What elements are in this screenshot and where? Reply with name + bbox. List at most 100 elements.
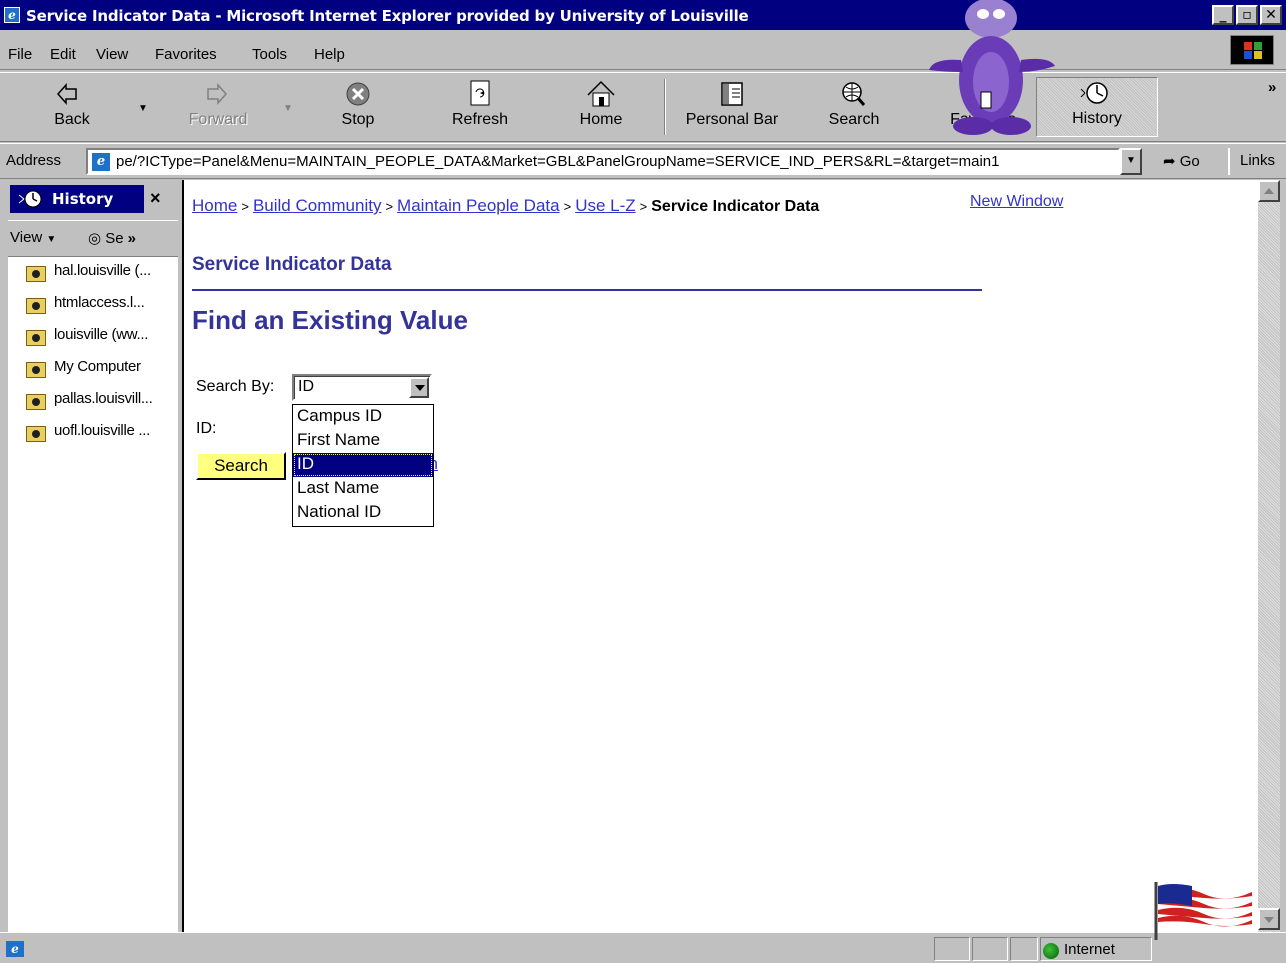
history-item[interactable]: hal.louisville (... <box>8 258 178 290</box>
breadcrumb: Home > Build Community > Maintain People Dat… <box>192 196 819 216</box>
chevron-down-icon[interactable] <box>409 377 429 398</box>
search-by-label: Search By: <box>196 378 275 395</box>
menu-tools[interactable]: Tools <box>252 46 287 63</box>
refresh-label: Refresh <box>451 111 509 128</box>
title-bar: e Service Indicator Data - Microsoft Int… <box>0 0 1286 30</box>
history-list: hal.louisville (... htmlaccess.l... loui… <box>8 258 178 450</box>
history-icon <box>1079 78 1115 108</box>
vertical-scrollbar[interactable] <box>1258 180 1280 932</box>
address-label: Address <box>6 152 62 169</box>
new-window-link[interactable]: New Window <box>970 193 1063 211</box>
restore-button[interactable]: ▫ <box>1236 5 1258 25</box>
breadcrumb-home[interactable]: Home <box>192 196 237 215</box>
forward-button[interactable]: Forward <box>182 79 254 129</box>
search-button-toolbar[interactable]: Search <box>822 79 886 129</box>
history-item-label: hal.louisville (... <box>54 262 151 279</box>
menu-edit[interactable]: Edit <box>50 46 76 63</box>
windows-logo-icon <box>1230 35 1274 65</box>
search-label-short: Se <box>105 230 124 247</box>
go-label: Go <box>1179 153 1200 170</box>
history-item[interactable]: pallas.louisvill... <box>8 386 178 418</box>
menu-file[interactable]: File <box>8 46 32 63</box>
history-pane: History × View ▼ ◎ Se» hal.louisville (.… <box>8 180 178 932</box>
breadcrumb-separator: > <box>385 199 394 214</box>
history-more-chevron[interactable]: » <box>128 230 136 247</box>
search-by-select[interactable]: ID <box>292 374 432 401</box>
personal-bar-icon <box>714 79 750 109</box>
history-title: History <box>52 190 114 208</box>
address-dropdown-button[interactable]: ▼ <box>1120 148 1142 175</box>
menu-favorites[interactable]: Favorites <box>155 46 217 63</box>
dropdown-option-national-id[interactable]: National ID <box>293 501 433 525</box>
refresh-button[interactable]: Refresh <box>444 79 516 129</box>
history-item[interactable]: uofl.louisville ... <box>8 418 178 450</box>
breadcrumb-use-lz[interactable]: Use L-Z <box>575 196 635 215</box>
refresh-icon <box>462 79 498 109</box>
forward-label: Forward <box>188 111 248 128</box>
page-content: Home > Build Community > Maintain People Dat… <box>184 180 1260 932</box>
address-url: pe/?ICType=Panel&Menu=MAINTAIN_PEOPLE_DA… <box>116 153 1000 170</box>
assistant-character-icon <box>929 0 1055 135</box>
internet-globe-icon <box>1043 943 1059 959</box>
close-button[interactable]: ✕ <box>1260 5 1282 25</box>
history-item[interactable]: My Computer <box>8 354 178 386</box>
dropdown-option-id[interactable]: ID <box>293 453 433 477</box>
history-search-button[interactable]: ◎ Se» <box>88 229 136 247</box>
home-button[interactable]: Home <box>573 79 629 129</box>
window-controls: _ ▫ ✕ <box>1212 5 1282 25</box>
menu-help[interactable]: Help <box>314 46 345 63</box>
toolbar-more-chevron[interactable]: » <box>1268 79 1276 96</box>
search-label: Search <box>828 111 880 128</box>
breadcrumb-maintain-people-data[interactable]: Maintain People Data <box>397 196 560 215</box>
page-icon: e <box>92 153 110 171</box>
dropdown-option-campus-id[interactable]: Campus ID <box>293 405 433 429</box>
folder-icon <box>26 298 46 314</box>
stop-label: Stop <box>341 111 375 128</box>
address-input[interactable]: e pe/?ICType=Panel&Menu=MAINTAIN_PEOPLE_… <box>86 148 1120 175</box>
links-button[interactable]: Links <box>1228 148 1275 175</box>
personal-bar-button[interactable]: Personal Bar <box>680 79 784 129</box>
history-item-label: My Computer <box>54 358 141 375</box>
folder-icon <box>26 330 46 346</box>
id-label: ID: <box>196 420 217 437</box>
go-button[interactable]: ➦ Go <box>1163 152 1200 170</box>
breadcrumb-build-community[interactable]: Build Community <box>253 196 382 215</box>
status-pane <box>1010 937 1038 961</box>
history-item[interactable]: louisville (ww... <box>8 322 178 354</box>
folder-icon <box>26 362 46 378</box>
forward-dropdown-icon[interactable]: ▼ <box>283 103 293 114</box>
history-view-menu[interactable]: View ▼ <box>10 229 56 246</box>
back-dropdown-icon[interactable]: ▼ <box>138 103 148 114</box>
search-button[interactable]: Search <box>196 452 286 480</box>
chevron-down-icon: ▼ <box>46 234 57 245</box>
view-label: View <box>10 229 43 246</box>
search-globe-small-icon: ◎ <box>88 230 102 247</box>
breadcrumb-separator: > <box>639 199 648 214</box>
close-history-button[interactable]: × <box>150 188 161 209</box>
status-pane <box>972 937 1008 961</box>
back-button[interactable]: Back <box>40 79 104 129</box>
dropdown-option-last-name[interactable]: Last Name <box>293 477 433 501</box>
search-globe-icon <box>836 79 872 109</box>
forward-arrow-icon <box>200 79 236 109</box>
standard-toolbar: Back ▼ Forward ▼ Stop Refresh Home Perso… <box>0 72 1286 142</box>
minimize-button[interactable]: _ <box>1212 5 1234 25</box>
status-pane <box>934 937 970 961</box>
folder-icon <box>26 426 46 442</box>
ie-logo-icon[interactable]: e <box>4 7 20 23</box>
history-item-label: htmlaccess.l... <box>54 294 145 311</box>
folder-icon <box>26 394 46 410</box>
back-label: Back <box>54 111 90 128</box>
history-title-bar: History <box>10 185 144 213</box>
history-item[interactable]: htmlaccess.l... <box>8 290 178 322</box>
dropdown-option-first-name[interactable]: First Name <box>293 429 433 453</box>
scroll-up-button[interactable] <box>1258 180 1280 202</box>
home-icon <box>583 79 619 109</box>
stop-button[interactable]: Stop <box>330 79 386 129</box>
menu-view[interactable]: View <box>96 46 128 63</box>
status-bar: e Internet <box>0 932 1286 963</box>
history-toolbar: View ▼ ◎ Se» <box>8 221 178 257</box>
search-by-dropdown-list[interactable]: Campus ID First Name ID Last Name Nation… <box>292 404 434 527</box>
security-zone: Internet <box>1064 941 1115 958</box>
scroll-down-button[interactable] <box>1258 908 1280 930</box>
